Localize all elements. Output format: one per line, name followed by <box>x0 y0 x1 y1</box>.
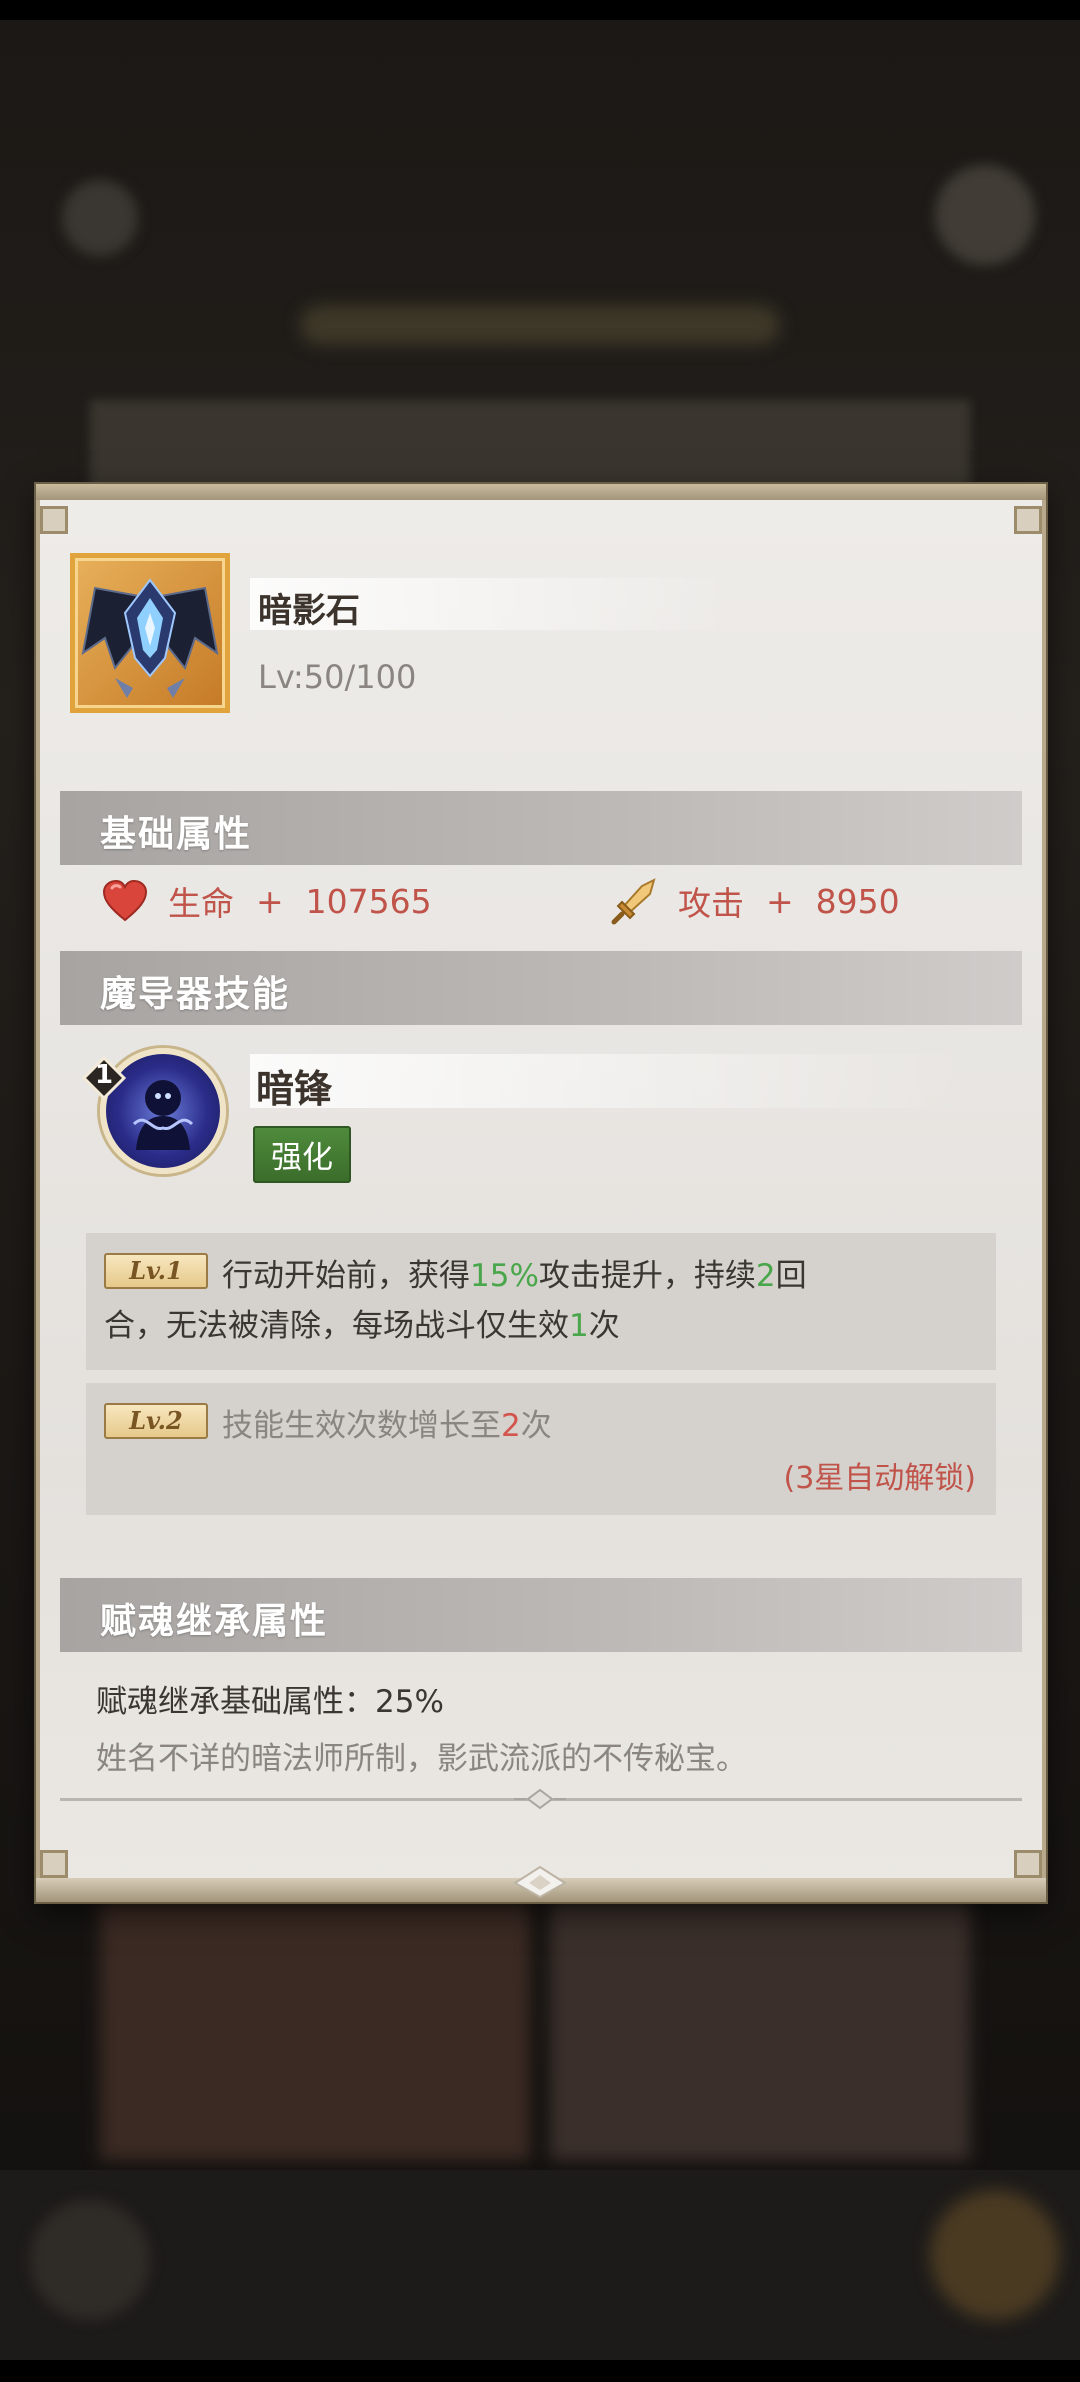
skill-rank-badge: 1 <box>82 1056 126 1100</box>
item-level: Lv:50/100 <box>258 658 417 696</box>
highlight-value: 1 <box>569 1308 589 1344</box>
status-bar <box>0 0 1080 20</box>
level-description: 行动开始前，获得15%攻击提升，持续2回合，无法被清除，每场战斗仅生效1次 <box>104 1251 854 1351</box>
dark-crystal-wings-icon <box>81 578 219 698</box>
section-title: 魔导器技能 <box>100 974 291 1015</box>
level-description: 技能生效次数增长至2次 <box>222 1401 972 1451</box>
divider-ornament-icon <box>514 1788 566 1810</box>
level-tag: Lv.2 <box>104 1403 208 1439</box>
item-detail-dialog[interactable]: 暗影石 Lv:50/100 基础属性 生命 + 107565 攻击 + 8950… <box>36 484 1046 1902</box>
stat-attack: 攻击 + 8950 <box>610 876 900 926</box>
corner-ornament-icon <box>1014 1850 1042 1878</box>
background-bottom-button-right <box>930 2190 1060 2320</box>
stat-plus: + <box>256 881 284 921</box>
corner-ornament-icon <box>1014 506 1042 534</box>
text: 行动开始前，获得 <box>222 1258 470 1294</box>
dialog-top-border <box>36 484 1046 500</box>
navigation-bar <box>0 2360 1080 2382</box>
background-card-right <box>550 1900 970 2160</box>
section-header-skill: 魔导器技能 <box>60 951 1022 1025</box>
stat-plus: + <box>766 881 794 921</box>
text: 攻击提升，持续 <box>538 1258 756 1294</box>
background-button-left <box>62 180 138 256</box>
corner-ornament-icon <box>40 506 68 534</box>
footer-ornament-icon <box>513 1865 567 1899</box>
section-header-inherit: 赋魂继承属性 <box>60 1578 1022 1652</box>
background-bottom-button-left <box>30 2200 150 2320</box>
heart-icon <box>102 879 148 922</box>
inherit-attribute: 赋魂继承基础属性：25% <box>96 1684 444 1720</box>
background-title-bar <box>300 305 780 345</box>
text: 次 <box>588 1308 620 1344</box>
highlight-value: 2 <box>501 1408 521 1444</box>
skill-rank: 1 <box>94 1060 114 1090</box>
unlock-condition: (3星自动解锁) <box>783 1461 977 1496</box>
highlight-value: 2 <box>755 1258 776 1294</box>
stat-name: 攻击 <box>678 884 744 923</box>
stat-value: 107565 <box>305 881 432 921</box>
section-header-basic: 基础属性 <box>60 791 1022 865</box>
section-title: 基础属性 <box>100 814 253 855</box>
sword-icon <box>611 878 656 925</box>
background-card-left <box>100 1900 530 2160</box>
skill-level-1: Lv.1 行动开始前，获得15%攻击提升，持续2回合，无法被清除，每场战斗仅生效… <box>86 1233 996 1370</box>
skill-level-2: Lv.2 技能生效次数增长至2次 (3星自动解锁) <box>86 1383 996 1515</box>
highlight-value: 15% <box>470 1258 539 1294</box>
background-panel <box>90 400 970 490</box>
skill-type-tag: 强化 <box>253 1126 351 1183</box>
stat-name: 生命 <box>168 884 234 923</box>
stat-hp: 生命 + 107565 <box>100 876 432 926</box>
corner-ornament-icon <box>40 1850 68 1878</box>
background-bottom-bar <box>0 2170 1080 2382</box>
section-title: 赋魂继承属性 <box>100 1601 329 1642</box>
skill-name: 暗锋 <box>256 1067 333 1111</box>
skill-name-band <box>250 1054 970 1108</box>
item-portrait <box>70 553 230 713</box>
stat-value: 8950 <box>815 881 900 921</box>
item-description: 姓名不详的暗法师所制，影武流派的不传秘宝。 <box>96 1741 747 1777</box>
text: 次 <box>520 1408 552 1444</box>
item-name: 暗影石 <box>258 591 360 631</box>
text: 技能生效次数增长至 <box>222 1408 501 1444</box>
background-button-right <box>935 165 1035 265</box>
